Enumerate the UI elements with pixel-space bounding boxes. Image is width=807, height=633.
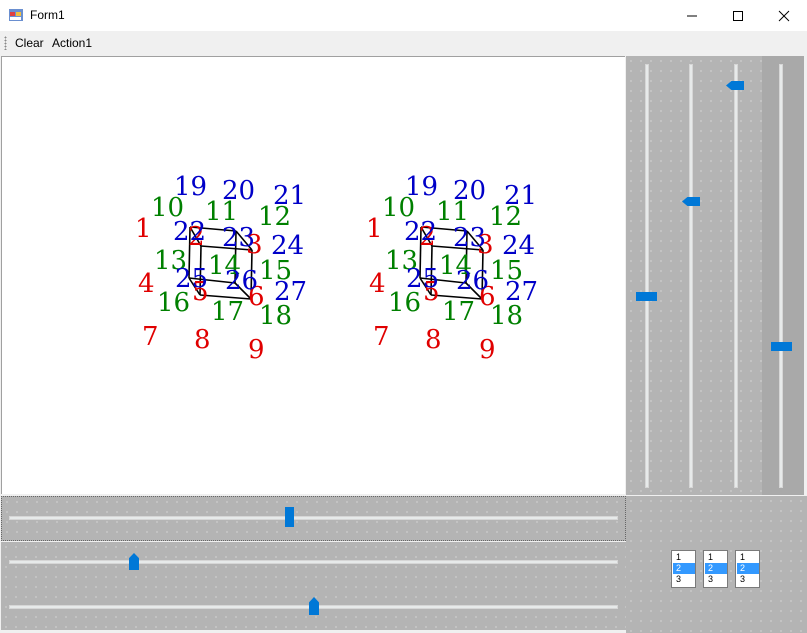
figure-2-label-17: 17 (442, 297, 475, 327)
canvas-figures: 1 2 34 5 67 8 910 11 1213 14 1516 17 1819 20 2122 23 242… (135, 172, 538, 365)
figure-2-label-23: 23 (453, 223, 486, 253)
maximize-button[interactable] (715, 0, 761, 31)
figure-1-label-26: 26 (225, 266, 258, 296)
window-title: Form1 (30, 8, 65, 22)
menu-bar (0, 31, 807, 55)
figure-1-label-8: 8 (194, 325, 211, 355)
listbox-2[interactable]: 1 2 3 (703, 550, 728, 588)
figure-2-label-21: 21 (504, 181, 537, 211)
figure-2-label-19: 19 (405, 172, 438, 202)
minimize-icon (687, 15, 697, 16)
title-bar: Form1 (0, 0, 807, 31)
figure-1-label-24: 24 (271, 231, 304, 261)
drawing-canvas[interactable]: 1 2 3 4 5 6 7 8 9 10 11 12 13 14 15 16 17 18 19 20 21 22 23 24 2… (1, 56, 625, 494)
vslider-4-thumb[interactable] (771, 342, 792, 351)
app-icon (9, 9, 23, 21)
figure-2-label-7: 7 (373, 322, 390, 352)
vslider-4-track[interactable] (779, 64, 783, 488)
listbox-3-item-1[interactable]: 1 (737, 552, 759, 563)
listbox-2-item-2[interactable]: 2 (705, 563, 727, 574)
listbox-1-item-3[interactable]: 3 (673, 574, 695, 585)
vslider-1-track[interactable] (645, 64, 649, 488)
figure-1-label-17: 17 (211, 297, 244, 327)
figure-2-label-8: 8 (425, 325, 442, 355)
figure-2-label-1: 1 (366, 214, 383, 244)
menu-action1[interactable]: Action1 (50, 36, 94, 50)
figure-2-label-25: 25 (406, 264, 439, 294)
listbox-2-item-1[interactable]: 1 (705, 552, 727, 563)
figure-1-label-21: 21 (273, 181, 306, 211)
menu-clear[interactable]: Clear (13, 36, 46, 50)
maximize-icon (733, 10, 743, 21)
close-button[interactable] (761, 0, 807, 31)
menu-grip[interactable] (4, 36, 7, 50)
hslider-2-track[interactable] (9, 560, 618, 564)
listbox-3-item-2[interactable]: 2 (737, 563, 759, 574)
figure-1-label-22: 22 (173, 217, 206, 247)
listbox-1-item-1[interactable]: 1 (673, 552, 695, 563)
figure-1-label-9: 9 (248, 335, 265, 365)
listbox-1-item-2[interactable]: 2 (673, 563, 695, 574)
figure-1-label-25: 25 (175, 264, 208, 294)
figure-1-label-27: 27 (274, 277, 307, 307)
listbox-1[interactable]: 1 2 3 (671, 550, 696, 588)
figure-2-label-9: 9 (479, 335, 496, 365)
figure-1-label-20: 20 (222, 176, 255, 206)
listbox-3-item-3[interactable]: 3 (737, 574, 759, 585)
figure-2-label-22: 22 (404, 217, 437, 247)
figure-1-label-4: 4 (138, 269, 155, 299)
figure-2-label-20: 20 (453, 176, 486, 206)
close-icon (778, 10, 790, 21)
figure-2-label-24: 24 (502, 231, 535, 261)
vslider-2-track[interactable] (689, 64, 693, 488)
figure-1-label-1: 1 (135, 214, 152, 244)
listbox-2-item-3[interactable]: 3 (705, 574, 727, 585)
vslider-3-track[interactable] (734, 64, 738, 488)
hslider-1-track[interactable] (9, 516, 618, 520)
figure-2-label-26: 26 (456, 266, 489, 296)
vertical-slider-panel-dark (762, 56, 804, 495)
figure-2-label-4: 4 (369, 269, 386, 299)
hslider-panel-2 (1, 542, 626, 630)
figure-1-label-7: 7 (142, 322, 159, 352)
hslider-1-thumb[interactable] (285, 507, 294, 527)
vslider-1-thumb[interactable] (636, 292, 657, 301)
figure-1-label-23: 23 (222, 223, 255, 253)
listbox-3[interactable]: 1 2 3 (735, 550, 760, 588)
minimize-button[interactable] (669, 0, 715, 31)
figure-2-label-27: 27 (505, 277, 538, 307)
figure-1-label-19: 19 (174, 172, 207, 202)
